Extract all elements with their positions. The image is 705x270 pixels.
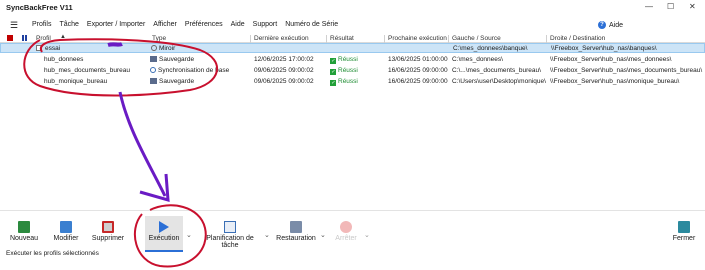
- schedule-label: Planification de tâche: [206, 235, 254, 249]
- cell-profil: hub_monique_bureau: [44, 78, 108, 85]
- delete-button[interactable]: Supprimer: [88, 221, 128, 242]
- col-prochaine-execution[interactable]: Prochaine exécution: [388, 35, 447, 42]
- execute-label: Exécution: [148, 235, 180, 242]
- play-icon: [159, 221, 169, 233]
- menu-afficher[interactable]: Afficher: [153, 21, 177, 28]
- cell-profil: essai: [45, 45, 61, 52]
- cell-derniere: 09/06/2025 09:00:02: [254, 78, 314, 85]
- menu-numero-serie[interactable]: Numéro de Série: [285, 21, 338, 28]
- cell-resultat: ✓ Réussi: [330, 56, 358, 64]
- new-label: Nouveau: [9, 235, 39, 242]
- cell-type: Synchronisation de base: [150, 67, 229, 74]
- success-icon: ✓: [330, 80, 336, 86]
- maximize-icon[interactable]: ☐: [667, 2, 674, 11]
- cell-type: Sauvegarde: [150, 78, 194, 85]
- new-profile-icon: [18, 221, 30, 233]
- app-title: SyncBackFree V11: [6, 3, 73, 12]
- delete-profile-icon: [102, 221, 114, 233]
- menu-bar: ☰ Profils Tâche Exporter / Importer Affi…: [0, 18, 705, 32]
- delete-label: Supprimer: [91, 235, 125, 242]
- cell-prochaine: 16/06/2025 09:00:00: [388, 78, 448, 85]
- title-bar: SyncBackFree V11 — ☐ ✕: [0, 0, 705, 16]
- backup-icon: [150, 78, 157, 84]
- table-row[interactable]: hub_mes_documents_bureau Synchronisation…: [0, 66, 705, 76]
- cell-type: Miroir: [151, 45, 175, 52]
- col-type[interactable]: Type: [152, 35, 166, 42]
- cell-resultat: ✓ Réussi: [330, 78, 358, 86]
- bottom-toolbar: Nouveau Modifier Supprimer Exécution ⌄ P…: [0, 210, 705, 252]
- cell-prochaine: 13/06/2025 01:00:00: [388, 56, 448, 63]
- success-icon: ✓: [330, 69, 336, 75]
- minimize-icon[interactable]: —: [645, 2, 653, 11]
- close-app-button[interactable]: Fermer: [670, 221, 698, 242]
- cell-destination: \\Freebox_Server\hub_nas\monique_bureau\: [550, 78, 680, 85]
- menu-aide[interactable]: Aide: [231, 21, 245, 28]
- stop-label: Arrêter: [335, 235, 357, 242]
- restore-dropdown-chevron-icon[interactable]: ⌄: [320, 231, 326, 239]
- help-label: Aide: [609, 21, 624, 29]
- execute-dropdown-chevron-icon[interactable]: ⌄: [186, 231, 192, 239]
- column-header: Profil ▲ Type Dernière exécution Résulta…: [0, 34, 705, 44]
- hamburger-menu-icon[interactable]: ☰: [10, 20, 18, 31]
- new-button[interactable]: Nouveau: [8, 221, 40, 242]
- status-bar: Exécuter les profils sélectionnés: [0, 250, 705, 270]
- menu-support[interactable]: Support: [253, 21, 278, 28]
- edit-profile-icon: [60, 221, 72, 233]
- row-checkbox[interactable]: [36, 45, 42, 51]
- help-icon: ?: [598, 21, 606, 29]
- stop-button[interactable]: Arrêter: [332, 221, 360, 242]
- stop-all-icon[interactable]: [7, 35, 13, 41]
- sort-up-icon: ▲: [60, 34, 66, 40]
- menu-preferences[interactable]: Préférences: [185, 21, 223, 28]
- cell-profil: hub_mes_documents_bureau: [44, 67, 131, 74]
- help-button[interactable]: ? Aide: [598, 21, 623, 29]
- cell-destination: \\Freebox_Server\hub_nas\mes_documents_b…: [550, 67, 703, 74]
- col-profil[interactable]: Profil: [36, 35, 51, 42]
- edit-button[interactable]: Modifier: [50, 221, 82, 242]
- col-derniere-execution[interactable]: Dernière exécution: [254, 35, 309, 42]
- col-source[interactable]: Gauche / Source: [452, 35, 501, 42]
- profile-list: Profil ▲ Type Dernière exécution Résulta…: [0, 34, 705, 204]
- exit-icon: [678, 221, 690, 233]
- mirror-icon: [151, 45, 157, 51]
- pause-all-icon[interactable]: [22, 35, 27, 41]
- cell-source: C:\mes_donnees\banque\: [453, 45, 528, 52]
- stop-dropdown-chevron-icon[interactable]: ⌄: [364, 231, 370, 239]
- execute-button[interactable]: Exécution: [146, 221, 182, 242]
- status-text: Exécuter les profils sélectionnés: [6, 250, 99, 257]
- restore-label: Restauration: [276, 235, 316, 242]
- cell-destination: \\Freebox_Server\hub_nas\mes_donnees\: [550, 56, 672, 63]
- restore-icon: [290, 221, 302, 233]
- col-resultat[interactable]: Résultat: [330, 35, 354, 42]
- cell-profil: hub_donnees: [44, 56, 84, 63]
- calendar-icon: [224, 221, 236, 233]
- backup-icon: [150, 56, 157, 62]
- close-icon[interactable]: ✕: [689, 2, 696, 11]
- table-row[interactable]: hub_monique_bureau Sauvegarde 09/06/2025…: [0, 77, 705, 87]
- edit-label: Modifier: [53, 235, 79, 242]
- success-icon: ✓: [330, 58, 336, 64]
- menu-profils[interactable]: Profils: [32, 21, 51, 28]
- cell-source: C:\mes_donnees\: [452, 56, 503, 63]
- menu-tache[interactable]: Tâche: [59, 21, 78, 28]
- table-row[interactable]: hub_donnees Sauvegarde 12/06/2025 17:00:…: [0, 55, 705, 65]
- stop-icon: [340, 221, 352, 233]
- cell-prochaine: 16/06/2025 09:00:00: [388, 67, 448, 74]
- cell-source: C:\...\mes_documents_bureau\: [452, 67, 541, 74]
- col-destination[interactable]: Droite / Destination: [550, 35, 605, 42]
- cell-destination: \\Freebox_Server\hub_nas\banques\: [551, 45, 657, 52]
- cell-type: Sauvegarde: [150, 56, 194, 63]
- close-app-label: Fermer: [672, 235, 696, 242]
- cell-resultat: ✓ Réussi: [330, 67, 358, 75]
- schedule-dropdown-chevron-icon[interactable]: ⌄: [264, 231, 270, 239]
- restore-button[interactable]: Restauration: [276, 221, 316, 242]
- cell-derniere: 12/06/2025 17:00:02: [254, 56, 314, 63]
- schedule-button[interactable]: Planification de tâche: [198, 221, 262, 249]
- menu-exporter-importer[interactable]: Exporter / Importer: [87, 21, 145, 28]
- cell-source: C:\Users\user\Desktop\monique\: [452, 78, 546, 85]
- cell-derniere: 09/06/2025 09:00:02: [254, 67, 314, 74]
- table-row[interactable]: essai Miroir C:\mes_donnees\banque\ \\Fr…: [0, 43, 705, 53]
- sync-icon: [150, 67, 156, 73]
